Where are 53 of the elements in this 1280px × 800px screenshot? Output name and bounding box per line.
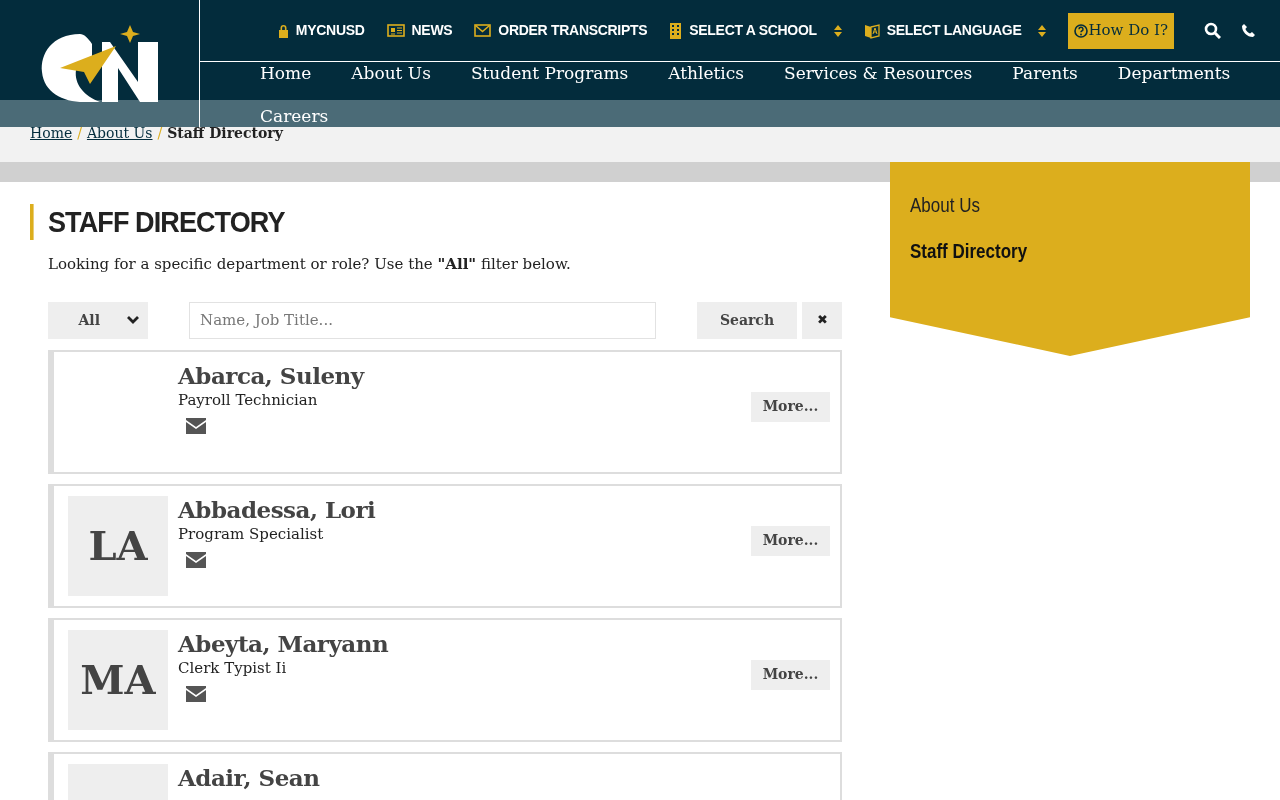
breadcrumb-separator: / — [77, 127, 82, 139]
job-title: Program Specialist — [178, 523, 325, 544]
sort-icon — [1038, 24, 1047, 37]
job-title: Payroll Technician — [178, 389, 319, 410]
newspaper-icon — [386, 24, 405, 37]
breadcrumb-separator: / — [157, 127, 163, 139]
select-dropdown[interactable]: SELECT A SCHOOL — [669, 20, 842, 41]
select-dropdown[interactable]: SELECT LANGUAGE — [863, 20, 1047, 41]
breadcrumb-link[interactable]: Home — [30, 127, 73, 139]
avatar: LA — [68, 495, 168, 596]
chevron-down-icon — [126, 315, 140, 325]
utility-link[interactable]: MYCNUSD — [277, 20, 365, 41]
envelope-icon — [474, 24, 492, 37]
breadcrumb-link[interactable]: About Us — [86, 127, 153, 139]
intro-text: Looking for a specific department or role? Use the "All" filter below. — [48, 254, 572, 275]
nav-link[interactable]: Home — [260, 62, 312, 84]
staff-name: Abbadessa, Lori — [178, 495, 377, 524]
page-title: STAFF DIRECTORY — [30, 204, 761, 240]
nav-link[interactable]: Departments — [1117, 62, 1231, 84]
building-icon — [669, 22, 683, 39]
email-icon[interactable] — [186, 417, 206, 434]
lock-icon — [277, 23, 289, 38]
search-button[interactable]: Search — [697, 301, 797, 339]
nav-link[interactable]: Parents — [1012, 62, 1078, 84]
utility-link[interactable]: ORDER TRANSCRIPTS — [474, 20, 648, 41]
staff-name: Adair, Sean — [178, 763, 321, 792]
avatar: MA — [68, 629, 168, 730]
sidebar-heading[interactable]: About Us — [910, 190, 1199, 220]
nav-link[interactable]: Services & Resources — [784, 62, 973, 84]
sidebar-item[interactable]: Staff Directory — [910, 236, 1199, 266]
more-button[interactable]: More... — [751, 659, 830, 690]
email-icon[interactable] — [186, 685, 206, 702]
nav-link[interactable]: About Us — [351, 62, 431, 84]
clear-button[interactable]: ✖ — [802, 301, 842, 339]
breadcrumb-current: Staff Directory — [167, 127, 283, 139]
help-icon — [1074, 23, 1089, 38]
more-button[interactable]: More... — [751, 391, 830, 422]
staff-name: Abeyta, Maryann — [178, 629, 390, 658]
staff-name: Abarca, Suleny — [178, 361, 366, 390]
sort-icon — [833, 24, 842, 37]
filter-dropdown[interactable]: All — [48, 301, 148, 339]
email-icon[interactable] — [186, 551, 206, 568]
translate-icon — [863, 22, 880, 39]
how-do-i-button[interactable]: How Do I? — [1068, 12, 1174, 49]
nav-link[interactable]: Student Programs — [470, 62, 629, 84]
search-field[interactable]: Name, Job Title... — [189, 301, 656, 339]
more-button[interactable]: More... — [751, 525, 830, 556]
utility-link[interactable]: NEWS — [386, 20, 453, 41]
search-icon[interactable] — [1204, 22, 1221, 39]
job-title: Clerk Typist Ii — [178, 657, 288, 678]
nav-link[interactable]: Athletics — [668, 62, 744, 84]
phone-icon[interactable] — [1241, 23, 1256, 38]
nav-link[interactable]: Careers — [260, 105, 329, 127]
